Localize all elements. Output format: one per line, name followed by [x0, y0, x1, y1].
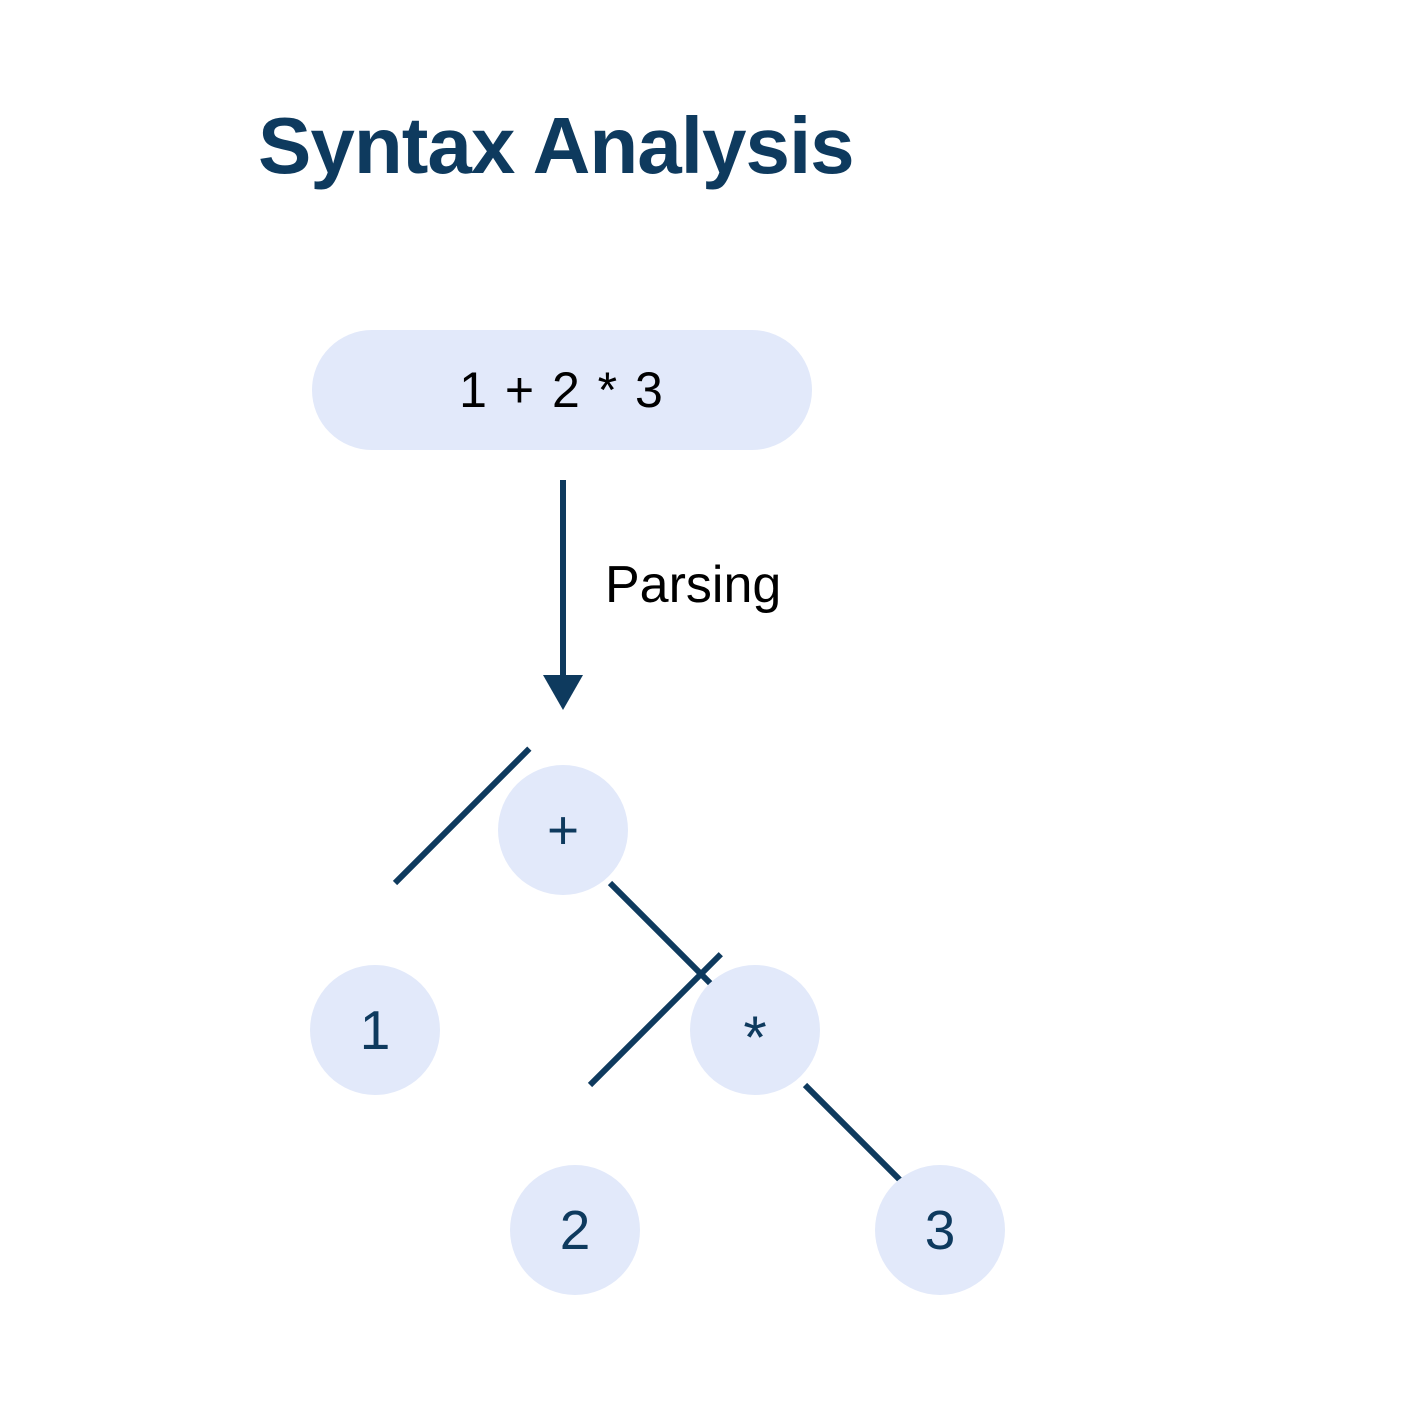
node-label: + [547, 798, 579, 862]
arrow-line [560, 480, 566, 680]
tree-node-right2: 3 [875, 1165, 1005, 1295]
arrow-head-icon [543, 675, 583, 710]
diagram-title: Syntax Analysis [258, 100, 854, 192]
node-label: 2 [560, 1198, 591, 1262]
arrow-label: Parsing [605, 555, 781, 615]
tree-node-left2: 2 [510, 1165, 640, 1295]
node-label: 1 [360, 998, 391, 1062]
node-label: * [743, 1003, 766, 1072]
node-label: 3 [925, 1198, 956, 1262]
expression-pill: 1 + 2 * 3 [312, 330, 812, 450]
tree-node-right1: * [690, 965, 820, 1095]
expression-text: 1 + 2 * 3 [459, 361, 665, 419]
tree-node-left1: 1 [310, 965, 440, 1095]
parsing-arrow [543, 480, 583, 710]
tree-node-root: + [498, 765, 628, 895]
